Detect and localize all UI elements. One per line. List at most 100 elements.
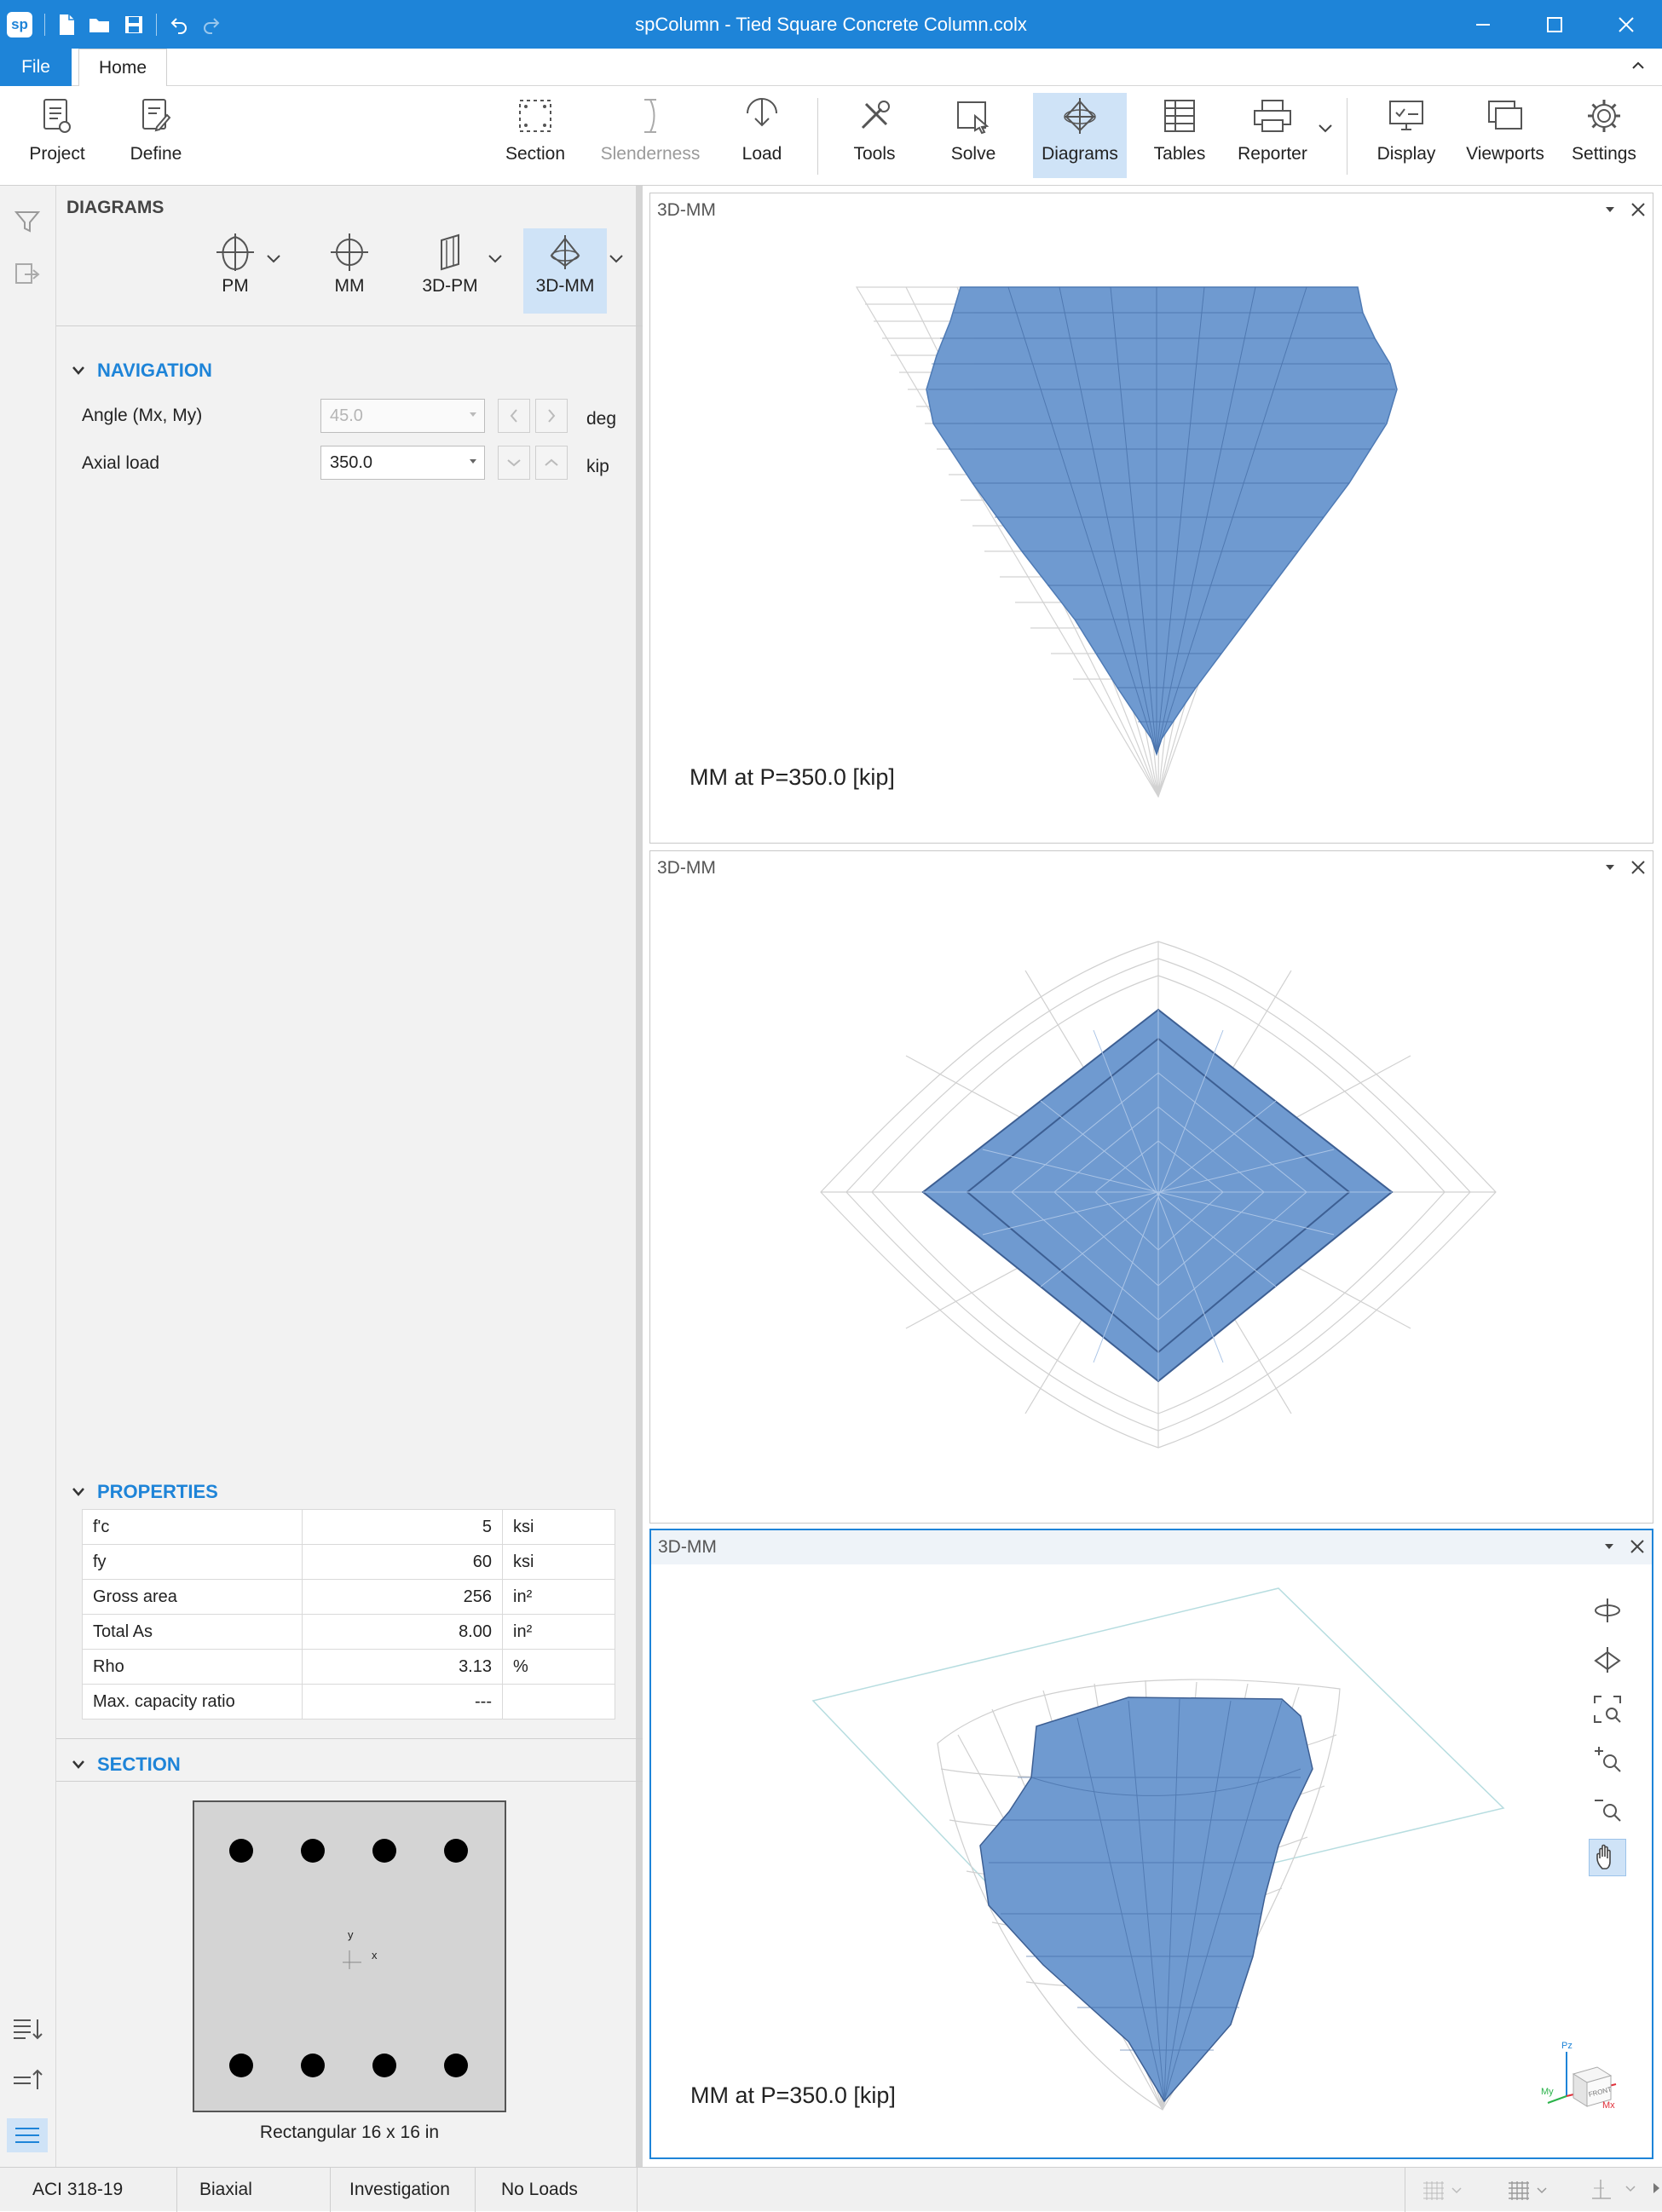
- viewport-menu-icon[interactable]: [1605, 863, 1615, 872]
- tab-home[interactable]: Home: [78, 49, 167, 87]
- diagrams-icon: [1059, 93, 1100, 139]
- project-button[interactable]: Project: [22, 93, 92, 178]
- section-section-toggle[interactable]: SECTION: [72, 1754, 181, 1776]
- diagrams-button[interactable]: Diagrams: [1033, 93, 1127, 178]
- section-icon: [517, 93, 553, 139]
- viewport-title: 3D-MM: [657, 200, 716, 220]
- combo-arrow-icon: [469, 412, 477, 418]
- slenderness-icon: [638, 93, 663, 139]
- properties-section-toggle[interactable]: PROPERTIES: [72, 1481, 218, 1503]
- pm-diagram-button[interactable]: PM: [194, 228, 276, 314]
- display-button[interactable]: Display: [1365, 93, 1447, 178]
- angle-label: Angle (Mx, My): [82, 406, 203, 425]
- angle-unit: deg: [586, 409, 617, 429]
- status-scroll-right-icon[interactable]: [1650, 2180, 1662, 2197]
- zoom-extents-icon[interactable]: [1589, 1691, 1626, 1728]
- grid-display-icon[interactable]: [1507, 2180, 1549, 2200]
- viewports-icon: [1486, 93, 1524, 139]
- axial-increase-button[interactable]: [535, 446, 568, 480]
- rebar: [372, 1839, 396, 1863]
- sort-descending-icon[interactable]: [12, 2016, 44, 2042]
- tools-icon: [856, 93, 893, 139]
- axial-load-unit: kip: [586, 457, 609, 476]
- tools-button[interactable]: Tools: [839, 93, 910, 178]
- filter-icon[interactable]: [14, 210, 40, 233]
- left-toolstrip: [0, 186, 56, 2167]
- maximize-button[interactable]: [1519, 0, 1590, 49]
- collapse-ribbon-icon[interactable]: [1630, 57, 1647, 74]
- section-button[interactable]: Section: [499, 93, 571, 178]
- tables-button[interactable]: Tables: [1142, 93, 1217, 178]
- viewport-menu-icon[interactable]: [1605, 205, 1615, 214]
- pm-diagram-icon: [215, 228, 256, 276]
- display-icon: [1388, 93, 1425, 139]
- close-button[interactable]: [1590, 0, 1662, 49]
- angle-decrease-button[interactable]: [498, 399, 530, 433]
- rebar: [444, 1839, 468, 1863]
- status-code: ACI 318-19: [0, 2168, 177, 2212]
- settings-button[interactable]: Settings: [1561, 93, 1647, 178]
- grid-snap-icon[interactable]: [1422, 2180, 1464, 2200]
- zoom-in-icon[interactable]: [1589, 1740, 1626, 1777]
- 3d-pm-diagram-button[interactable]: 3D-PM: [409, 228, 491, 314]
- mm-diagram-plan-view: [820, 941, 1497, 1449]
- viewport-caption: MM at P=350.0 [kip]: [690, 764, 895, 790]
- chevron-down-icon: [72, 366, 85, 376]
- sort-ascending-icon[interactable]: [12, 2067, 44, 2093]
- chevron-left-icon: [508, 408, 520, 423]
- load-button[interactable]: Load: [726, 93, 798, 178]
- 3d-pm-dropdown-icon[interactable]: [488, 254, 503, 264]
- viewport-bottom[interactable]: 3D-MM Pz Mx My FRONT MM at P=350.0 [kip]: [649, 1529, 1653, 2159]
- viewport-close-icon[interactable]: [1630, 1539, 1645, 1554]
- status-run: Investigation: [331, 2168, 476, 2212]
- 3d-mm-dropdown-icon[interactable]: [609, 254, 624, 264]
- chevron-right-icon: [545, 408, 557, 423]
- axis-display-icon[interactable]: [1590, 2178, 1638, 2202]
- viewport-close-icon[interactable]: [1630, 202, 1646, 217]
- 3d-mm-diagram-button[interactable]: 3D-MM: [523, 228, 607, 314]
- tables-icon: [1163, 93, 1197, 139]
- zoom-out-icon[interactable]: [1589, 1789, 1626, 1827]
- tab-file[interactable]: File: [0, 49, 72, 86]
- mm-diagram-button[interactable]: MM: [312, 228, 387, 314]
- properties-heading: PROPERTIES: [97, 1481, 218, 1502]
- pan-hand-icon[interactable]: [1589, 1839, 1626, 1876]
- define-icon: [140, 93, 172, 139]
- maximize-icon: [1546, 16, 1563, 33]
- export-icon[interactable]: [14, 261, 40, 286]
- angle-combo[interactable]: 45.0: [320, 399, 485, 433]
- status-mode: Biaxial: [177, 2168, 331, 2212]
- table-row: Rho 3.13%: [82, 1649, 615, 1685]
- viewport-middle[interactable]: 3D-MM: [649, 850, 1653, 1524]
- reporter-button[interactable]: Reporter: [1227, 93, 1318, 178]
- navigation-section-toggle[interactable]: NAVIGATION: [72, 360, 212, 382]
- viewport-close-icon[interactable]: [1630, 860, 1646, 875]
- viewport-menu-icon[interactable]: [1604, 1542, 1614, 1551]
- axial-load-label: Axial load: [82, 453, 160, 473]
- viewport-top[interactable]: 3D-MM MM at P=350.0 [kip]: [649, 193, 1653, 844]
- axial-decrease-button[interactable]: [498, 446, 530, 480]
- mm-diagram-3d-view: [811, 1587, 1505, 2111]
- list-view-icon[interactable]: [7, 2118, 48, 2152]
- chevron-down-icon: [72, 1487, 85, 1497]
- define-button[interactable]: Define: [121, 93, 191, 178]
- view-cube-icon[interactable]: Pz Mx My FRONT: [1541, 2040, 1619, 2122]
- gear-icon: [1585, 93, 1623, 139]
- axial-load-combo[interactable]: 350.0: [320, 446, 485, 480]
- column-section-preview: y x: [193, 1800, 506, 2112]
- 3d-pm-diagram-icon: [430, 228, 470, 276]
- slenderness-button[interactable]: Slenderness: [597, 93, 704, 178]
- pm-dropdown-icon[interactable]: [266, 254, 281, 264]
- orbit-vertical-icon[interactable]: [1589, 1641, 1626, 1679]
- viewport-title: 3D-MM: [658, 1537, 717, 1557]
- viewports-button[interactable]: Viewports: [1463, 93, 1548, 178]
- angle-increase-button[interactable]: [535, 399, 568, 433]
- minimize-button[interactable]: [1447, 0, 1519, 49]
- axis-pz-label: Pz: [1561, 2041, 1573, 2051]
- printer-icon: [1252, 93, 1293, 139]
- orbit-horizontal-icon[interactable]: [1589, 1592, 1626, 1629]
- reporter-dropdown-icon[interactable]: [1318, 124, 1333, 134]
- table-row: Gross area 256 in²: [82, 1579, 615, 1615]
- title-bar: sp spColumn - Tied Square Concrete Colum…: [0, 0, 1662, 49]
- solve-button[interactable]: Solve: [936, 93, 1011, 178]
